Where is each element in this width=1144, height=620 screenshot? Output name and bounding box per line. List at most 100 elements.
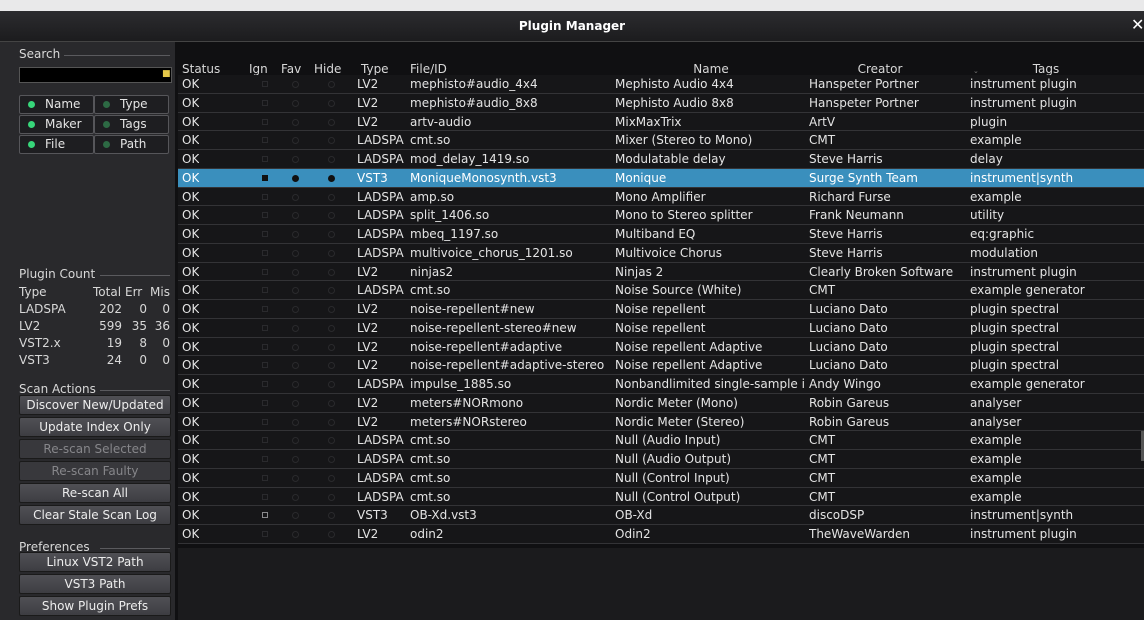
favorite-radio[interactable] — [292, 231, 299, 238]
favorite-radio[interactable] — [292, 193, 299, 201]
ignore-checkbox[interactable] — [262, 399, 268, 406]
ignore-checkbox[interactable] — [262, 474, 268, 481]
filter-maker-toggle[interactable]: Maker — [19, 115, 94, 134]
filter-tags-toggle[interactable]: Tags — [94, 115, 169, 134]
col-ign[interactable]: Ign — [249, 62, 268, 76]
table-row[interactable]: OK LV2 meters#NORstereo Nordic Meter (Stere… — [178, 412, 1144, 432]
col-hide[interactable]: Hide — [314, 62, 341, 76]
favorite-radio[interactable] — [292, 456, 299, 463]
favorite-radio[interactable] — [292, 437, 299, 445]
table-row[interactable]: OK LADSPA mbeq_1197.so Multiband EQ Steve Ha… — [178, 225, 1144, 244]
favorite-radio[interactable] — [292, 212, 299, 220]
hide-radio[interactable] — [328, 474, 335, 482]
hide-radio[interactable] — [328, 381, 335, 388]
favorite-radio[interactable] — [292, 399, 299, 407]
table-row[interactable]: OK LV2 mephisto#audio_4x4 Mephisto Audio 4x… — [178, 75, 1144, 94]
favorite-radio[interactable] — [292, 287, 299, 295]
table-row[interactable]: OK LADSPA cmt.so Noise Source (White) CMT exa… — [178, 281, 1144, 300]
ignore-checkbox[interactable] — [262, 268, 268, 275]
update-index-button[interactable]: Update Index Only — [19, 417, 171, 437]
hide-radio[interactable] — [328, 118, 335, 126]
hide-radio[interactable] — [328, 137, 335, 145]
hide-radio[interactable] — [328, 362, 335, 370]
filter-type-toggle[interactable]: Type — [94, 95, 169, 114]
favorite-radio[interactable] — [292, 137, 299, 145]
col-status[interactable]: Status — [182, 62, 220, 76]
hide-radio[interactable] — [328, 437, 335, 445]
col-fav[interactable]: Fav — [281, 62, 301, 76]
table-row[interactable]: OK LADSPA amp.so Mono Amplifier Richard Furs… — [178, 187, 1144, 207]
discover-button[interactable]: Discover New/Updated — [19, 395, 171, 415]
ignore-checkbox[interactable] — [262, 137, 268, 144]
favorite-radio[interactable] — [292, 174, 299, 182]
ignore-checkbox[interactable] — [262, 287, 268, 294]
table-row[interactable]: OK LV2 mephisto#audio_8x8 Mephisto Audio 8x… — [178, 93, 1144, 113]
linux-vst2-path-button[interactable]: Linux VST2 Path — [19, 552, 171, 572]
col-type[interactable]: Type — [361, 62, 389, 76]
favorite-radio[interactable] — [292, 156, 299, 163]
col-file[interactable]: File/ID — [410, 62, 447, 76]
ignore-checkbox[interactable] — [262, 212, 268, 219]
table-row[interactable]: OK LADSPA cmt.so Null (Audio Input) CMT examp… — [178, 431, 1144, 450]
favorite-radio[interactable] — [292, 249, 299, 257]
hide-radio[interactable] — [328, 399, 335, 407]
search-input[interactable]: ■ — [19, 67, 172, 83]
ignore-checkbox[interactable] — [262, 343, 268, 350]
ignore-checkbox[interactable] — [262, 437, 268, 444]
favorite-radio[interactable] — [292, 343, 299, 351]
hide-radio[interactable] — [328, 268, 335, 276]
table-row[interactable]: OK LV2 noise-repellent#adaptive Noise repel… — [178, 337, 1144, 357]
hide-radio[interactable] — [328, 193, 335, 201]
col-tags[interactable]: Tags — [1033, 62, 1060, 76]
col-name[interactable]: Name — [693, 62, 728, 76]
hide-radio[interactable] — [328, 531, 335, 538]
ignore-checkbox[interactable] — [262, 306, 268, 312]
table-row[interactable]: OK VST3 MoniqueMonosynth.vst3 Monique Surge … — [178, 168, 1144, 188]
favorite-radio[interactable] — [292, 531, 299, 538]
favorite-radio[interactable] — [292, 362, 299, 370]
col-creator[interactable]: Creator — [858, 62, 903, 76]
filter-name-toggle[interactable]: Name — [19, 95, 94, 114]
ignore-checkbox[interactable] — [262, 381, 268, 387]
ignore-checkbox[interactable] — [262, 493, 268, 500]
favorite-radio[interactable] — [292, 493, 299, 501]
ignore-checkbox[interactable] — [262, 512, 268, 519]
rescan-selected-button[interactable]: Re-scan Selected — [19, 439, 171, 459]
close-icon[interactable]: ✕ — [1131, 15, 1144, 34]
table-row[interactable]: OK LV2 artv-audio MixMaxTrix ArtV plugin — [178, 112, 1144, 132]
hide-radio[interactable] — [328, 512, 335, 520]
ignore-checkbox[interactable] — [262, 99, 268, 106]
rescan-faulty-button[interactable]: Re-scan Faulty — [19, 461, 171, 481]
table-row[interactable]: OK LADSPA cmt.so Null (Audio Output) CMT exam… — [178, 450, 1144, 469]
favorite-radio[interactable] — [292, 268, 299, 276]
favorite-radio[interactable] — [292, 81, 299, 88]
hide-radio[interactable] — [328, 418, 335, 426]
ignore-checkbox[interactable] — [262, 118, 268, 125]
table-row[interactable]: OK LADSPA mod_delay_1419.so Modulatable del… — [178, 150, 1144, 169]
show-plugin-prefs-button[interactable]: Show Plugin Prefs — [19, 596, 171, 616]
hide-radio[interactable] — [328, 231, 335, 238]
table-row[interactable]: OK LV2 odin2 Odin2 TheWaveWarden instrument p… — [178, 525, 1144, 544]
table-row[interactable]: OK LV2 noise-repellent#adaptive-stereo Nois… — [178, 356, 1144, 375]
hide-radio[interactable] — [328, 343, 335, 351]
hide-radio[interactable] — [328, 249, 335, 257]
hide-radio[interactable] — [328, 81, 335, 88]
favorite-radio[interactable] — [292, 118, 299, 126]
ignore-checkbox[interactable] — [262, 456, 268, 462]
table-row[interactable]: OK LADSPA cmt.so Null (Control Output) CMT ex… — [178, 487, 1144, 507]
hide-radio[interactable] — [328, 306, 335, 313]
rescan-all-button[interactable]: Re-scan All — [19, 483, 171, 503]
hide-radio[interactable] — [328, 212, 335, 220]
hide-radio[interactable] — [328, 324, 335, 332]
favorite-radio[interactable] — [292, 324, 299, 332]
table-row[interactable]: OK LADSPA impulse_1885.so Nonbandlimited si… — [178, 375, 1144, 394]
favorite-radio[interactable] — [292, 474, 299, 482]
hide-radio[interactable] — [328, 174, 335, 182]
ignore-checkbox[interactable] — [262, 362, 268, 369]
table-row[interactable]: OK LV2 noise-repellent-stereo#new Noise rep… — [178, 318, 1144, 338]
hide-radio[interactable] — [328, 493, 335, 501]
ignore-checkbox[interactable] — [262, 174, 268, 181]
hide-radio[interactable] — [328, 456, 335, 463]
table-row[interactable]: OK LV2 noise-repellent#new Noise repellent L… — [178, 300, 1144, 319]
ignore-checkbox[interactable] — [262, 531, 268, 537]
